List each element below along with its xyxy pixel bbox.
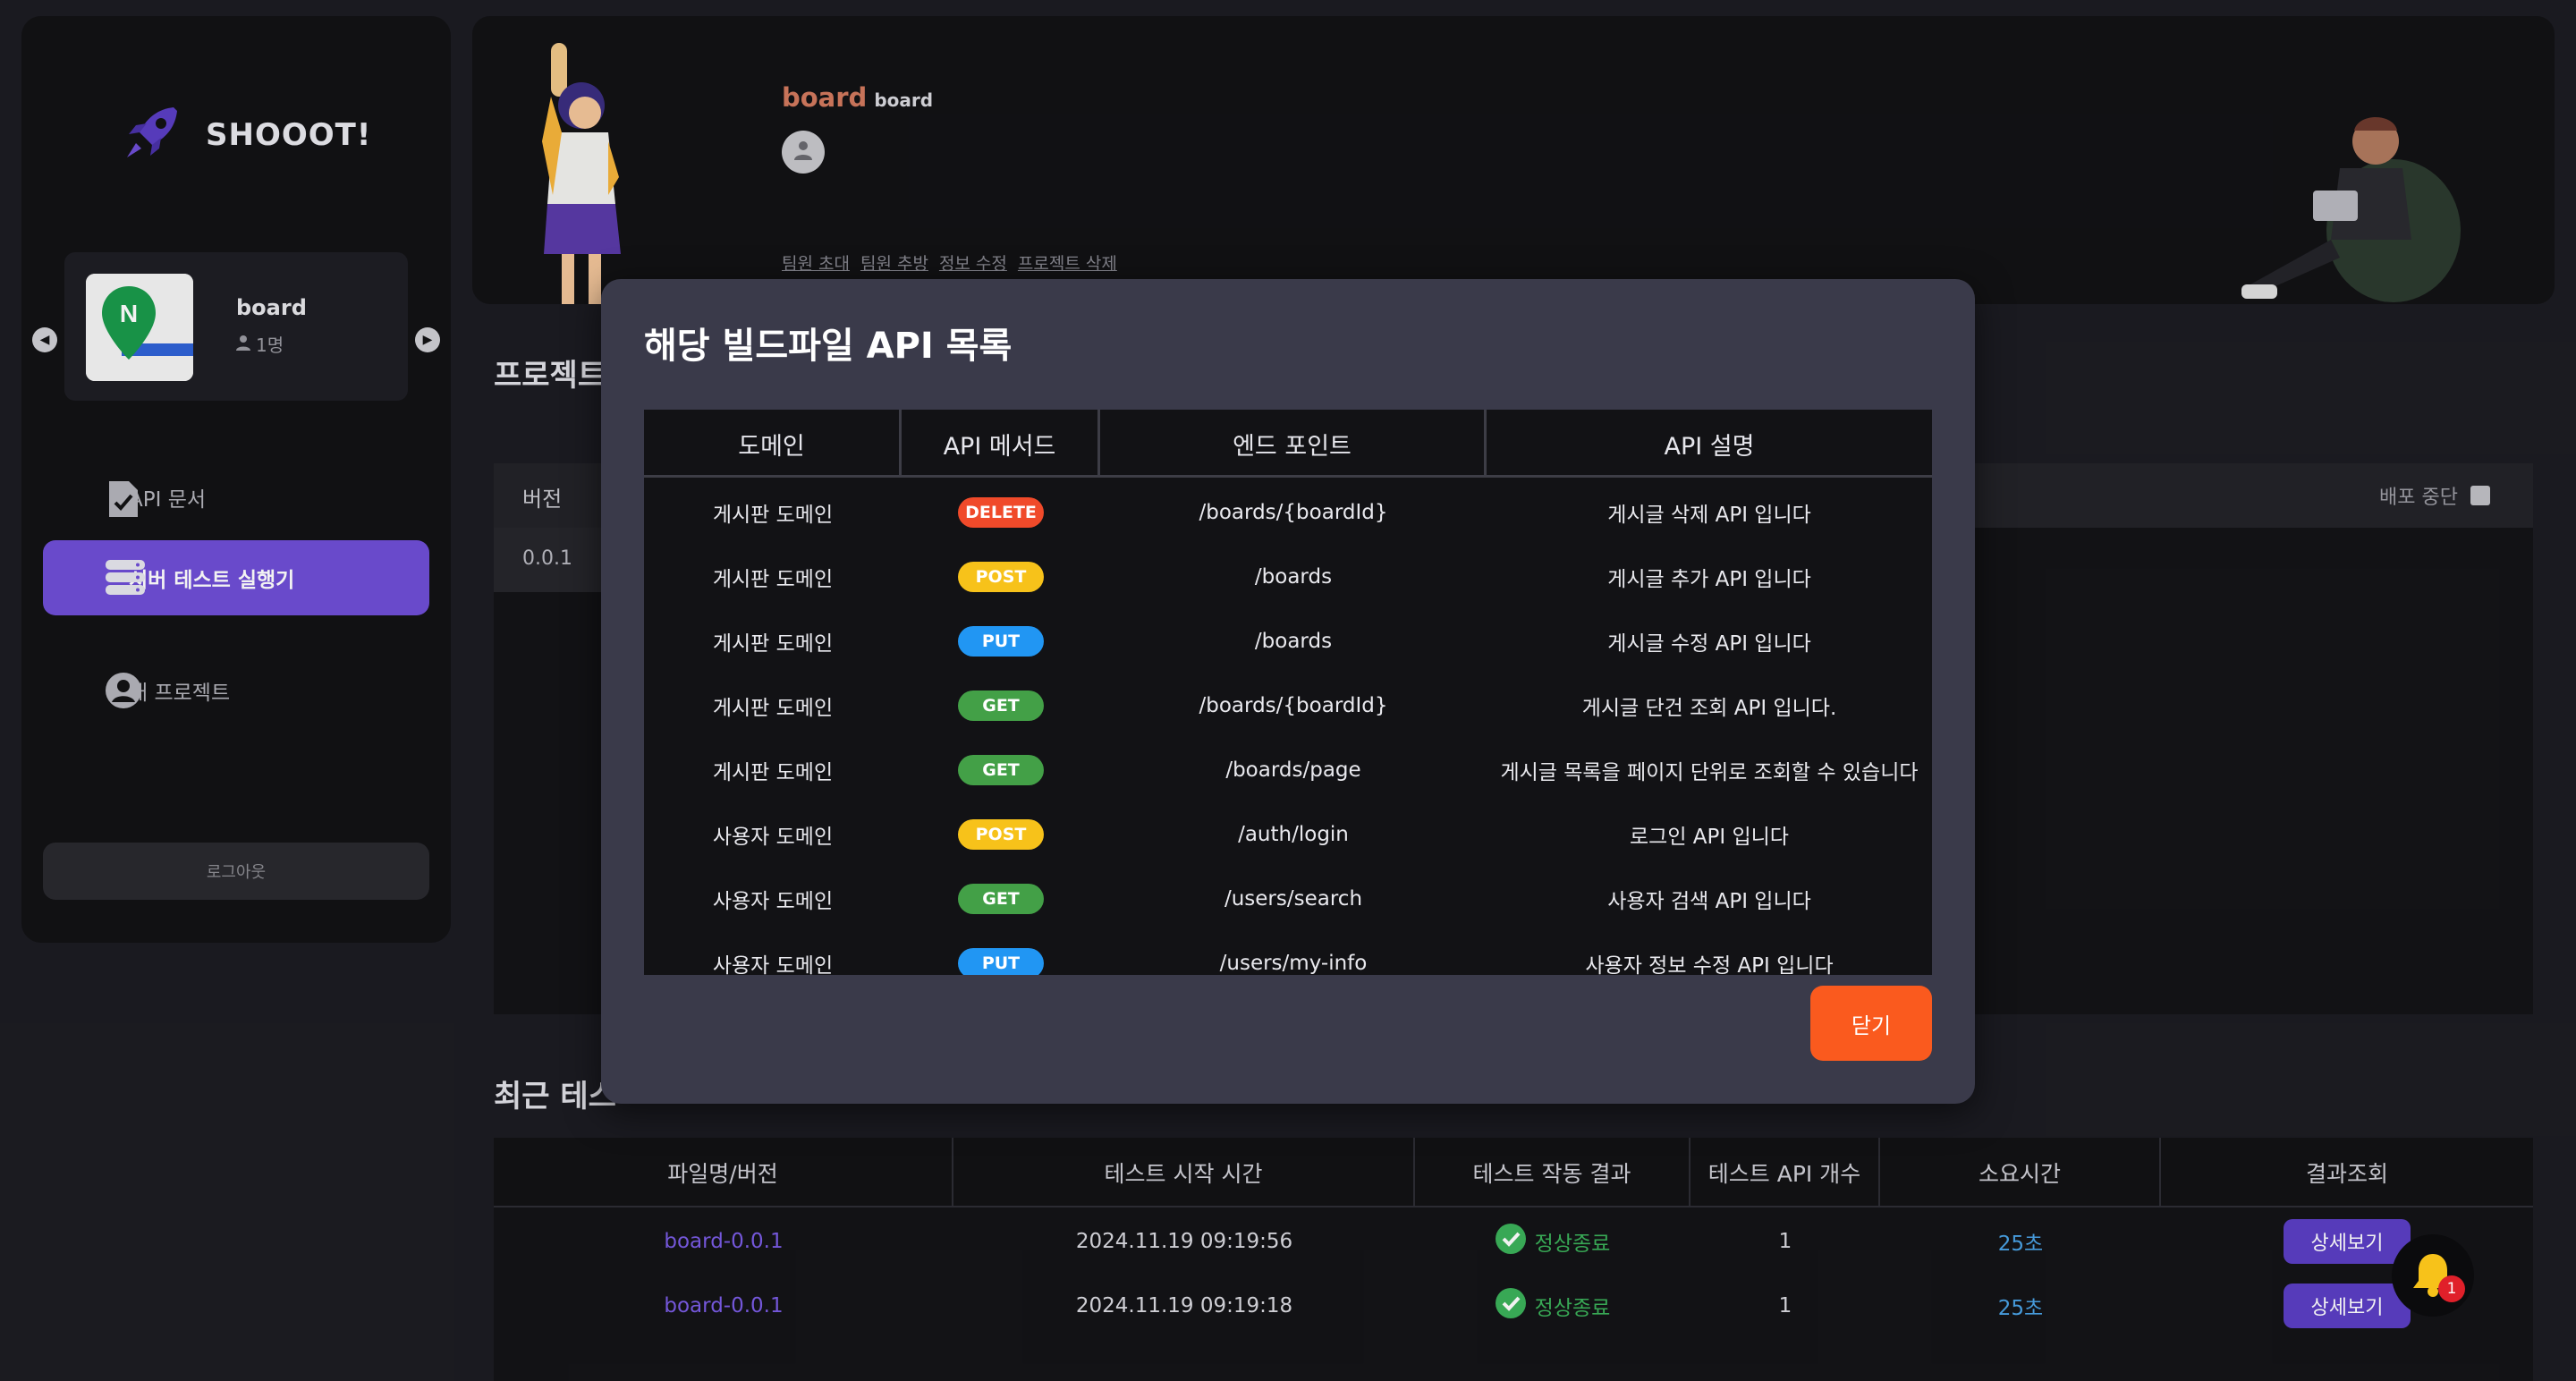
api-row: 사용자 도메인 PUT/users/my-info 사용자 정보 수정 API 입니… — [644, 931, 1932, 975]
api-row: 게시판 도메인 POST/boards 게시글 추가 API 입니다 — [644, 545, 1932, 609]
api-domain: 사용자 도메인 — [712, 954, 834, 975]
api-endpoint: /boards/{boardId} — [1199, 694, 1388, 717]
api-domain: 게시판 도메인 — [712, 697, 834, 720]
api-row: 게시판 도메인 GET/boards/page 게시글 목록을 페이지 단위로 조회… — [644, 738, 1932, 802]
method-badge: PUT — [958, 948, 1044, 975]
method-badge: POST — [958, 562, 1044, 592]
api-description: 게시글 추가 API 입니다 — [1607, 568, 1811, 591]
api-domain: 게시판 도메인 — [712, 504, 834, 527]
api-endpoint: /boards/{boardId} — [1199, 501, 1388, 524]
api-method-cell: GET — [902, 867, 1100, 931]
column-header: API 설명 — [1664, 432, 1755, 461]
api-description: 게시글 목록을 페이지 단위로 조회할 수 있습니다 — [1500, 761, 1919, 784]
modal-title: 해당 빌드파일 API 목록 — [644, 326, 1013, 367]
api-description: 사용자 정보 수정 API 입니다 — [1585, 954, 1834, 975]
api-table-header: 도메인 API 메서드 엔드 포인트 API 설명 — [644, 410, 1932, 478]
api-endpoint: /boards — [1254, 565, 1333, 589]
api-domain: 게시판 도메인 — [712, 568, 834, 591]
method-badge: PUT — [958, 626, 1044, 657]
api-method-cell: GET — [902, 674, 1100, 738]
api-method-cell: PUT — [902, 931, 1100, 975]
close-button[interactable]: 닫기 — [1810, 986, 1932, 1061]
api-domain: 게시판 도메인 — [712, 632, 834, 656]
column-header: API 메서드 — [902, 410, 1100, 478]
method-badge: POST — [958, 819, 1044, 850]
api-method-cell: GET — [902, 738, 1100, 802]
api-description: 게시글 수정 API 입니다 — [1607, 632, 1811, 656]
api-endpoint: /boards — [1254, 630, 1333, 653]
api-method-cell: PUT — [902, 609, 1100, 674]
column-header: 엔드 포인트 — [1100, 410, 1487, 478]
api-method-cell: DELETE — [902, 480, 1100, 545]
api-domain: 게시판 도메인 — [712, 761, 834, 784]
method-badge: GET — [958, 690, 1044, 721]
api-row: 사용자 도메인 GET/users/search 사용자 검색 API 입니다 — [644, 867, 1932, 931]
page: SHOOOT! ◀ N board 1명 ▶ API 문서 서버 테스트 실행기… — [0, 0, 2576, 1381]
api-domain: 사용자 도메인 — [712, 826, 834, 849]
api-endpoint: /boards/page — [1225, 758, 1361, 782]
notification-button[interactable]: 1 — [2392, 1234, 2474, 1317]
method-badge: DELETE — [958, 497, 1044, 528]
api-row: 게시판 도메인 DELETE/boards/{boardId} 게시글 삭제 API… — [644, 480, 1932, 545]
api-description: 로그인 API 입니다 — [1630, 826, 1789, 849]
api-method-cell: POST — [902, 545, 1100, 609]
notification-badge: 1 — [2438, 1275, 2465, 1302]
column-header: 도메인 — [644, 410, 902, 478]
api-table: 도메인 API 메서드 엔드 포인트 API 설명 게시판 도메인 DELETE /… — [644, 410, 1932, 975]
api-description: 게시글 단건 조회 API 입니다. — [1581, 697, 1837, 720]
api-list-modal: 해당 빌드파일 API 목록 도메인 API 메서드 엔드 포인트 API 설명… — [601, 279, 1975, 1104]
api-endpoint: /auth/login — [1238, 823, 1349, 846]
api-method-cell: POST — [902, 802, 1100, 867]
api-row: 게시판 도메인 GET/boards/{boardId} 게시글 단건 조회 API… — [644, 674, 1932, 738]
api-domain: 사용자 도메인 — [712, 890, 834, 913]
method-badge: GET — [958, 755, 1044, 785]
api-endpoint: /users/my-info — [1219, 952, 1368, 975]
api-description: 게시글 삭제 API 입니다 — [1607, 504, 1811, 527]
api-row: 게시판 도메인 PUT/boards 게시글 수정 API 입니다 — [644, 609, 1932, 674]
api-endpoint: /users/search — [1224, 887, 1363, 911]
api-row: 사용자 도메인 POST/auth/login 로그인 API 입니다 — [644, 802, 1932, 867]
api-description: 사용자 검색 API 입니다 — [1607, 890, 1811, 913]
method-badge: GET — [958, 884, 1044, 914]
